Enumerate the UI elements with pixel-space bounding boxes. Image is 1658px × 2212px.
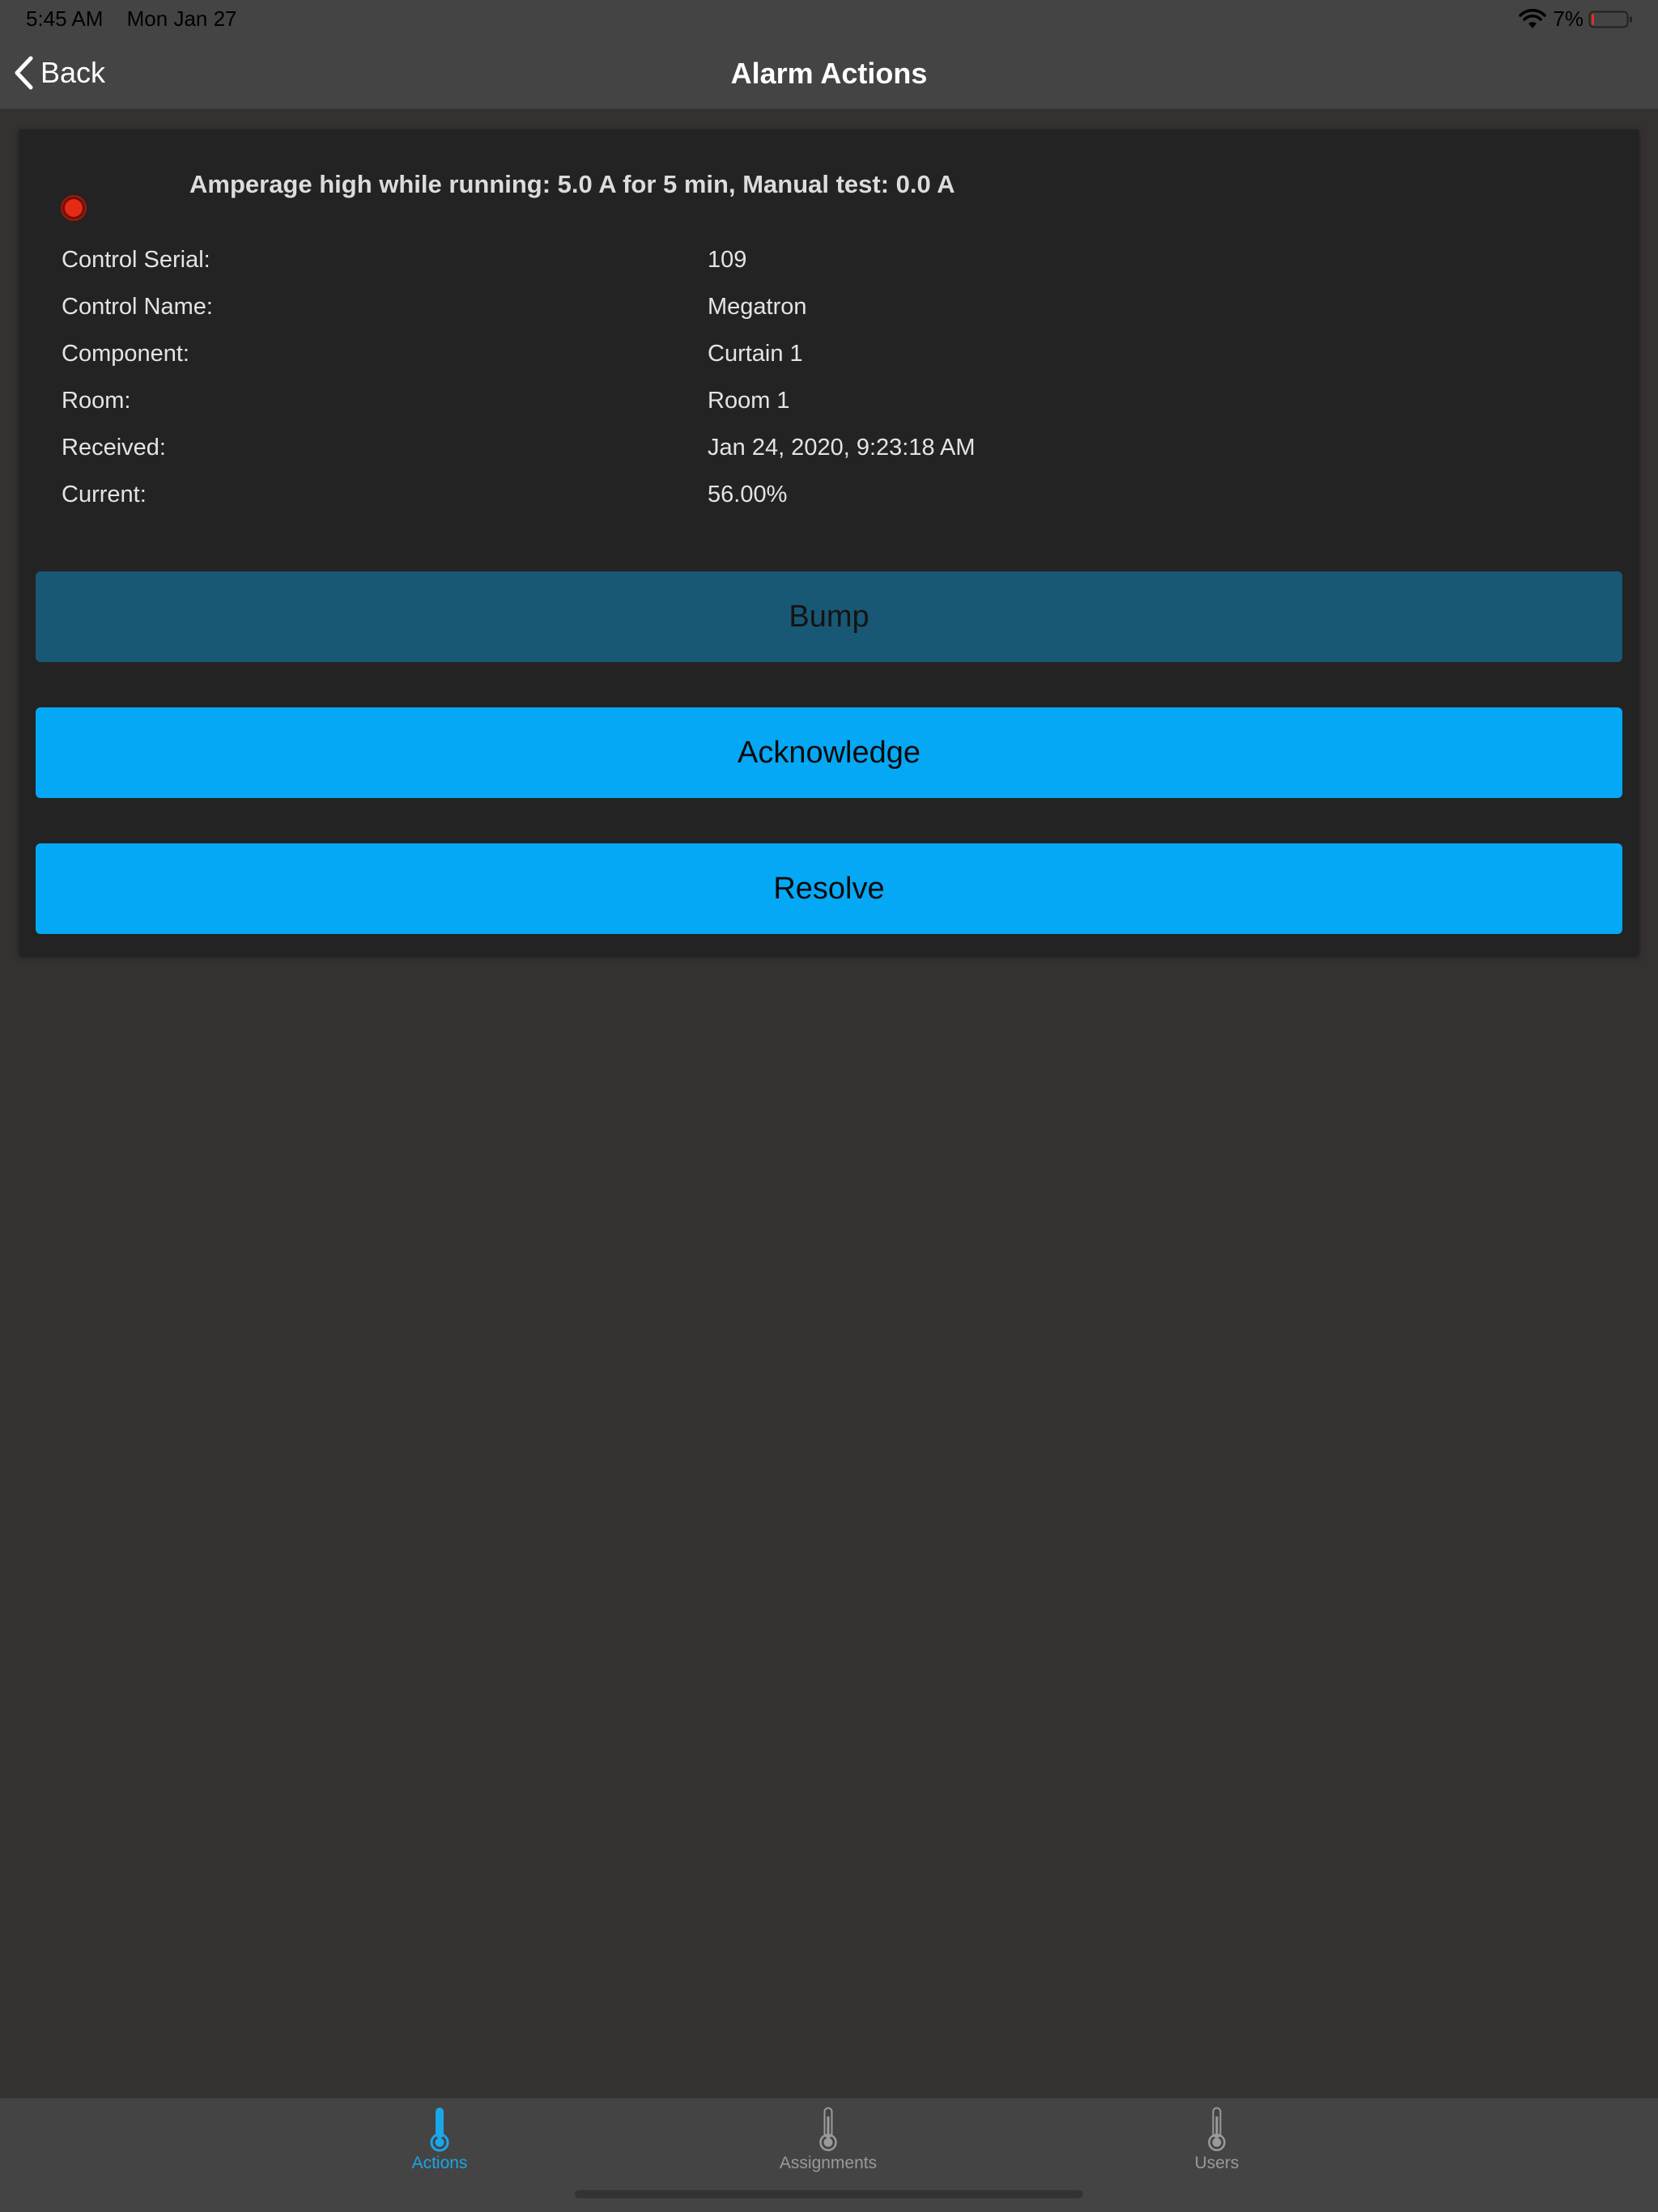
detail-row-control-name: Control Name: Megatron: [62, 294, 1600, 326]
tab-assignments[interactable]: Assignments: [731, 2105, 925, 2186]
resolve-button[interactable]: Resolve: [36, 843, 1622, 934]
detail-row-component: Component: Curtain 1: [62, 341, 1600, 373]
detail-label: Room:: [62, 388, 131, 414]
status-date: Mon Jan 27: [126, 6, 237, 31]
tab-label: Assignments: [779, 2154, 878, 2172]
alarm-title: Amperage high while running: 5.0 A for 5…: [189, 170, 955, 198]
battery-icon: [1588, 11, 1632, 28]
alarm-card: Amperage high while running: 5.0 A for 5…: [19, 129, 1639, 955]
detail-value: Room 1: [708, 388, 790, 414]
detail-label: Control Serial:: [62, 247, 210, 273]
detail-label: Current:: [62, 482, 147, 507]
detail-value: Megatron: [708, 294, 807, 320]
detail-value: Jan 24, 2020, 9:23:18 AM: [708, 435, 976, 461]
detail-row-control-serial: Control Serial: 109: [62, 247, 1600, 279]
detail-label: Component:: [62, 341, 189, 367]
tab-actions[interactable]: Actions: [342, 2105, 537, 2186]
thermometer-icon: [819, 2107, 837, 2151]
tab-label: Actions: [411, 2154, 468, 2172]
bump-button[interactable]: Bump: [36, 571, 1622, 662]
status-indicators: 7%: [1519, 6, 1634, 32]
detail-value: 109: [708, 247, 747, 273]
acknowledge-button[interactable]: Acknowledge: [36, 707, 1622, 798]
navigation-bar: Back Alarm Actions: [0, 39, 1658, 109]
thermometer-icon: [1208, 2107, 1226, 2151]
detail-row-received: Received: Jan 24, 2020, 9:23:18 AM: [62, 435, 1600, 467]
page-title: Alarm Actions: [730, 57, 928, 90]
battery-percent: 7%: [1553, 6, 1584, 31]
detail-value: Curtain 1: [708, 341, 803, 367]
wifi-icon: [1519, 8, 1547, 28]
detail-label: Control Name:: [62, 294, 213, 320]
status-time: 5:45 AM: [26, 6, 104, 31]
status-bar: 5:45 AM Mon Jan 27 7%: [0, 0, 1658, 39]
detail-row-current: Current: 56.00%: [62, 482, 1600, 514]
home-indicator[interactable]: [575, 2190, 1083, 2198]
detail-value: 56.00%: [708, 482, 788, 507]
status-time-date: 5:45 AM Mon Jan 27: [26, 6, 255, 32]
tab-users[interactable]: Users: [1120, 2105, 1314, 2186]
detail-row-room: Room: Room 1: [62, 388, 1600, 420]
tab-label: Users: [1194, 2154, 1239, 2172]
detail-label: Received:: [62, 435, 166, 461]
alarm-status-icon: [61, 195, 87, 221]
thermometer-icon: [430, 2108, 449, 2152]
